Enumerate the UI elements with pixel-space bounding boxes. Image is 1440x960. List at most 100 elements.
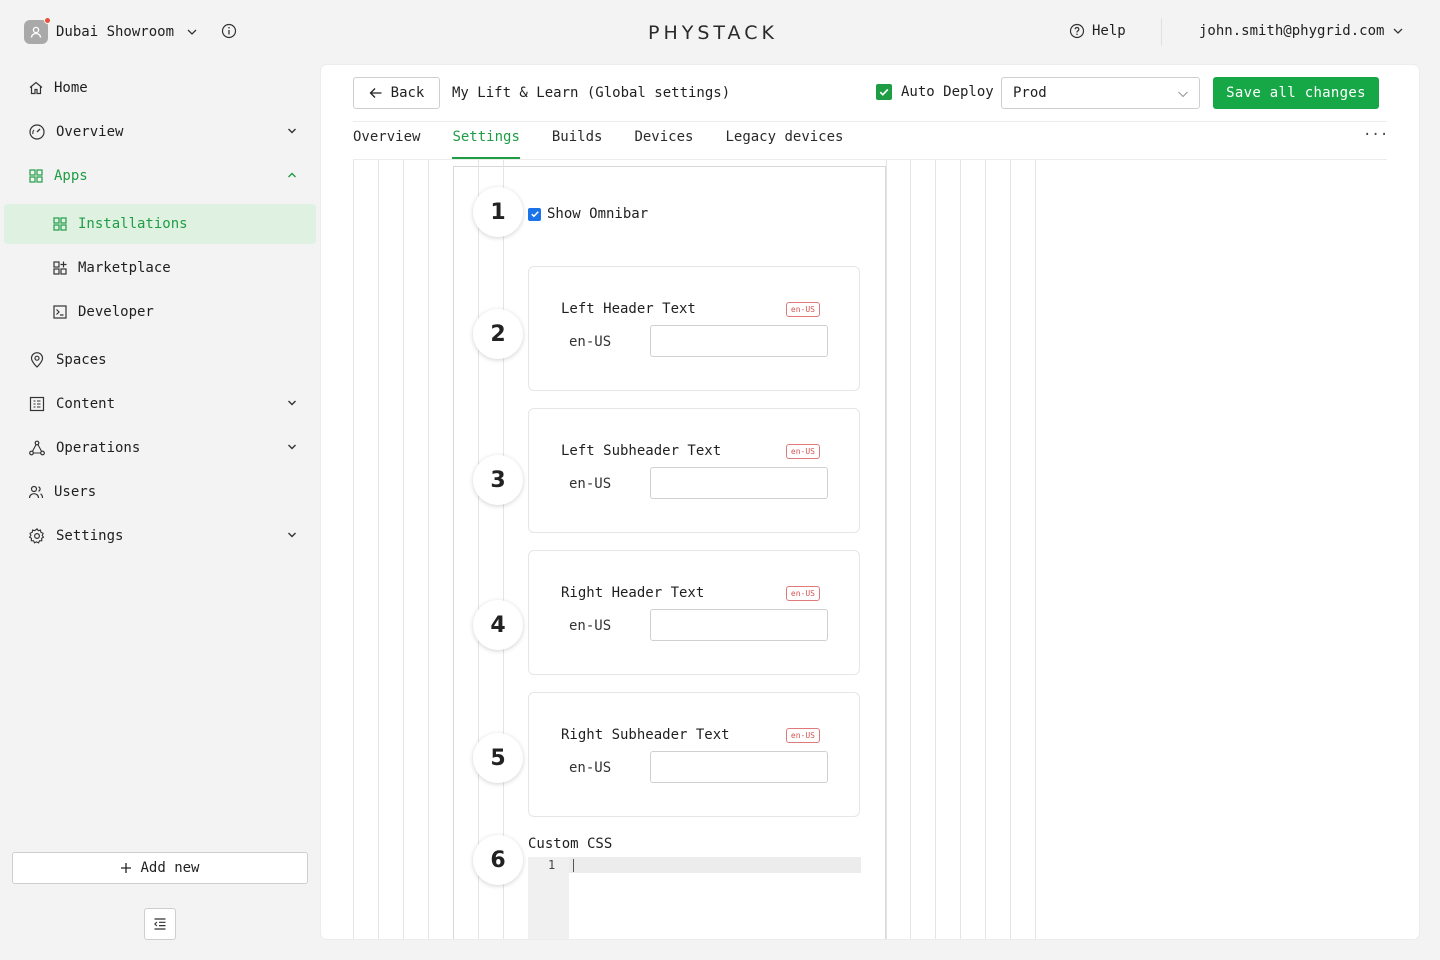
left-header-text-input[interactable] <box>650 325 828 357</box>
arrow-left-icon <box>369 88 382 98</box>
divider <box>353 159 1387 160</box>
step-number: 4 <box>473 600 523 650</box>
sidebar-item-installations[interactable]: Installations <box>4 204 316 244</box>
step-number: 2 <box>473 309 523 359</box>
user-menu[interactable]: john.smith@phygrid.com <box>1199 23 1404 39</box>
sidebar-item-label: Settings <box>56 528 124 544</box>
tab-builds[interactable]: Builds <box>552 121 603 159</box>
locale-label: en-US <box>569 618 612 634</box>
sidebar-item-content[interactable]: Content <box>4 384 316 424</box>
guide-line <box>403 160 404 939</box>
locale-label: en-US <box>569 476 612 492</box>
sidebar-item-spaces[interactable]: Spaces <box>4 340 316 380</box>
sidebar-item-apps[interactable]: Apps <box>4 156 316 196</box>
sidebar-item-label: Marketplace <box>78 260 171 276</box>
left-subheader-text-input[interactable] <box>650 467 828 499</box>
locale-label: en-US <box>569 760 612 776</box>
grid-icon <box>53 217 67 231</box>
chevron-down-icon <box>187 29 197 35</box>
sidebar-item-label: Operations <box>56 440 141 456</box>
grid-icon <box>29 169 43 183</box>
step-number: 6 <box>473 835 523 885</box>
home-icon <box>29 81 43 95</box>
chevron-down-icon <box>288 128 296 134</box>
sidebar-item-home[interactable]: Home <box>4 68 316 108</box>
custom-css-editor[interactable]: 1 <box>528 857 861 939</box>
tab-legacy-devices[interactable]: Legacy devices <box>725 121 843 159</box>
chevron-down-icon <box>288 400 296 406</box>
grid-plus-icon <box>53 261 67 275</box>
add-new-button[interactable]: Add new <box>12 852 308 884</box>
environment-value: Prod <box>1013 85 1047 101</box>
step-number: 3 <box>473 455 523 505</box>
sidebar-item-label: Home <box>54 80 88 96</box>
guide-line <box>910 160 911 939</box>
guide-line <box>886 160 887 939</box>
sidebar-item-overview[interactable]: Overview <box>4 112 316 152</box>
checkbox[interactable] <box>528 207 541 221</box>
guide-line <box>960 160 961 939</box>
sidebar-item-label: Installations <box>78 216 188 232</box>
text-caret <box>573 859 574 872</box>
sidebar-item-label: Users <box>54 484 97 500</box>
chevron-up-icon <box>288 172 296 178</box>
field-label: Right Header Text <box>561 585 705 601</box>
line-number: 1 <box>548 858 556 872</box>
sidebar-item-label: Apps <box>54 168 88 184</box>
save-all-changes-button[interactable]: Save all changes <box>1213 77 1379 109</box>
custom-css-label: Custom CSS <box>528 836 613 852</box>
tab-settings[interactable]: Settings <box>452 121 521 159</box>
checkbox[interactable] <box>876 84 892 100</box>
workspace-switcher[interactable]: Dubai Showroom <box>24 17 198 44</box>
collapse-sidebar-button[interactable] <box>144 908 176 940</box>
right-header-text-input[interactable] <box>650 609 828 641</box>
chevron-down-icon <box>288 444 296 450</box>
sidebar-item-label: Developer <box>78 304 154 320</box>
environment-select[interactable]: Prod <box>1001 77 1200 109</box>
active-line-highlight <box>569 857 861 873</box>
question-icon <box>1069 23 1085 39</box>
sidebar-item-label: Overview <box>56 124 124 140</box>
collapse-menu-icon <box>153 918 166 930</box>
check-icon <box>879 88 889 96</box>
user-email: john.smith@phygrid.com <box>1199 23 1385 39</box>
guide-line <box>378 160 379 939</box>
guide-line <box>1035 160 1036 939</box>
tab-devices[interactable]: Devices <box>634 121 693 159</box>
back-button[interactable]: Back <box>353 77 440 109</box>
field-card: Left Subheader Text en-US en-US <box>528 408 860 533</box>
locale-label: en-US <box>569 334 612 350</box>
sidebar-item-marketplace[interactable]: Marketplace <box>4 248 316 288</box>
field-label: Left Header Text <box>561 301 696 317</box>
sidebar-item-users[interactable]: Users <box>4 472 316 512</box>
field-label: Right Subheader Text <box>561 727 730 743</box>
top-bar: Dubai Showroom PHYSTACK Help john.smith@… <box>0 0 1440 64</box>
sidebar-item-operations[interactable]: Operations <box>4 428 316 468</box>
step-number: 1 <box>473 187 523 237</box>
back-label: Back <box>390 85 425 101</box>
add-new-label: Add new <box>140 860 200 876</box>
help-button[interactable]: Help <box>1069 23 1126 39</box>
chevron-down-icon <box>288 532 296 538</box>
tab-overview[interactable]: Overview <box>353 121 420 159</box>
sidebar-item-developer[interactable]: Developer <box>4 292 316 332</box>
map-pin-icon <box>30 352 44 368</box>
field-label: Left Subheader Text <box>561 443 722 459</box>
nodes-icon <box>29 440 45 456</box>
sidebar-item-label: Spaces <box>56 352 107 368</box>
help-label: Help <box>1092 23 1126 39</box>
right-subheader-text-input[interactable] <box>650 751 828 783</box>
auto-deploy-label: Auto Deploy <box>901 84 994 100</box>
show-omnibar-label: Show Omnibar <box>547 206 649 222</box>
more-options-button[interactable]: ··· <box>1363 127 1388 143</box>
language-badge: en-US <box>785 444 820 459</box>
sidebar-item-settings[interactable]: Settings <box>4 516 316 556</box>
show-omnibar-checkbox[interactable]: Show Omnibar <box>528 206 648 222</box>
notification-dot <box>44 17 51 24</box>
auto-deploy-checkbox[interactable]: Auto Deploy <box>876 84 994 100</box>
gauge-icon <box>29 124 45 140</box>
guide-line <box>935 160 936 939</box>
divider <box>1161 18 1162 46</box>
info-icon[interactable] <box>221 23 237 39</box>
plus-icon <box>121 863 132 873</box>
